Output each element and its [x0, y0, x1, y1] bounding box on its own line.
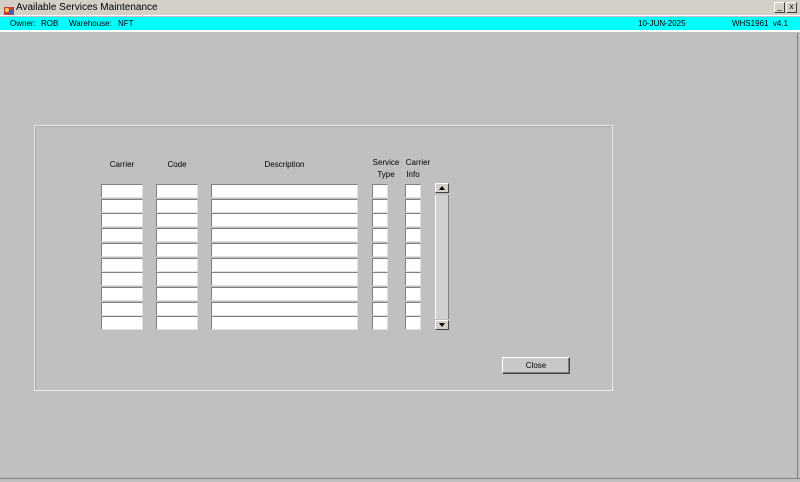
description-field[interactable] [211, 242, 358, 257]
code-field[interactable] [156, 286, 198, 301]
header-code: Code [167, 160, 187, 169]
carrier-info-field[interactable] [405, 198, 421, 213]
scroll-track[interactable] [435, 195, 449, 319]
description-field[interactable] [211, 286, 358, 301]
header-description: Description [264, 160, 305, 169]
warehouse-label: Warehouse: [69, 19, 112, 28]
service-type-field[interactable] [372, 286, 388, 301]
owner-label: Owner: [10, 19, 36, 28]
code-field[interactable] [156, 213, 198, 228]
carrier-field[interactable] [101, 198, 143, 213]
bottom-border [0, 478, 800, 482]
service-type-field[interactable] [372, 242, 388, 257]
code-field[interactable] [156, 198, 198, 213]
scroll-up-arrow-icon[interactable] [435, 183, 449, 193]
service-type-field[interactable] [372, 213, 388, 228]
grid-scrollbar[interactable] [434, 183, 450, 331]
description-field[interactable] [211, 301, 358, 316]
window-title: Available Services Maintenance [16, 2, 158, 13]
owner-value: ROB [41, 19, 59, 28]
carrier-field[interactable] [101, 316, 143, 331]
scroll-down-arrow-icon[interactable] [435, 320, 449, 330]
warehouse-value: NFT [118, 19, 134, 28]
carrier-info-field[interactable] [405, 213, 421, 228]
carrier-info-field[interactable] [405, 228, 421, 243]
header-carrier-info-line2: Info [406, 170, 420, 179]
carrier-info-field[interactable] [405, 242, 421, 257]
service-type-field[interactable] [372, 257, 388, 272]
version-display: WHS1961 v4.1 [732, 19, 789, 28]
minimize-button[interactable]: _ [774, 2, 785, 13]
date-display: 10-JUN-2025 [638, 19, 686, 28]
carrier-info-field[interactable] [405, 316, 421, 331]
header-carrier-info-line1: Carrier [405, 158, 431, 167]
description-field[interactable] [211, 316, 358, 331]
carrier-field[interactable] [101, 301, 143, 316]
carrier-info-field[interactable] [405, 286, 421, 301]
code-field[interactable] [156, 228, 198, 243]
carrier-field[interactable] [101, 242, 143, 257]
description-field[interactable] [211, 257, 358, 272]
carrier-info-field[interactable] [405, 272, 421, 287]
close-button[interactable]: Close [502, 357, 570, 374]
service-type-field[interactable] [372, 316, 388, 331]
carrier-info-field[interactable] [405, 257, 421, 272]
description-field[interactable] [211, 272, 358, 287]
service-type-field[interactable] [372, 184, 388, 198]
carrier-info-field[interactable] [405, 301, 421, 316]
description-field[interactable] [211, 198, 358, 213]
code-field[interactable] [156, 316, 198, 331]
header-service-type-line1: Service [372, 158, 400, 167]
title-bar: Available Services Maintenance _ x [0, 0, 800, 16]
description-field[interactable] [211, 213, 358, 228]
carrier-field[interactable] [101, 272, 143, 287]
carrier-field[interactable] [101, 184, 143, 198]
carrier-field[interactable] [101, 228, 143, 243]
header-service-type-line2: Type [377, 170, 395, 179]
code-field[interactable] [156, 272, 198, 287]
code-field[interactable] [156, 184, 198, 198]
carrier-field[interactable] [101, 286, 143, 301]
header-carrier: Carrier [109, 160, 135, 169]
app-window: Available Services Maintenance _ x Owner… [0, 0, 800, 482]
code-field[interactable] [156, 242, 198, 257]
carrier-info-field[interactable] [405, 184, 421, 198]
service-type-field[interactable] [372, 301, 388, 316]
description-field[interactable] [211, 228, 358, 243]
close-window-button[interactable]: x [786, 2, 797, 13]
carrier-field[interactable] [101, 257, 143, 272]
status-bar: Owner: ROB Warehouse: NFT 10-JUN-2025 WH… [0, 17, 800, 32]
service-type-field[interactable] [372, 228, 388, 243]
description-field[interactable] [211, 184, 358, 198]
code-field[interactable] [156, 257, 198, 272]
app-icon [3, 2, 15, 15]
carrier-field[interactable] [101, 213, 143, 228]
service-type-field[interactable] [372, 198, 388, 213]
code-field[interactable] [156, 301, 198, 316]
service-type-field[interactable] [372, 272, 388, 287]
